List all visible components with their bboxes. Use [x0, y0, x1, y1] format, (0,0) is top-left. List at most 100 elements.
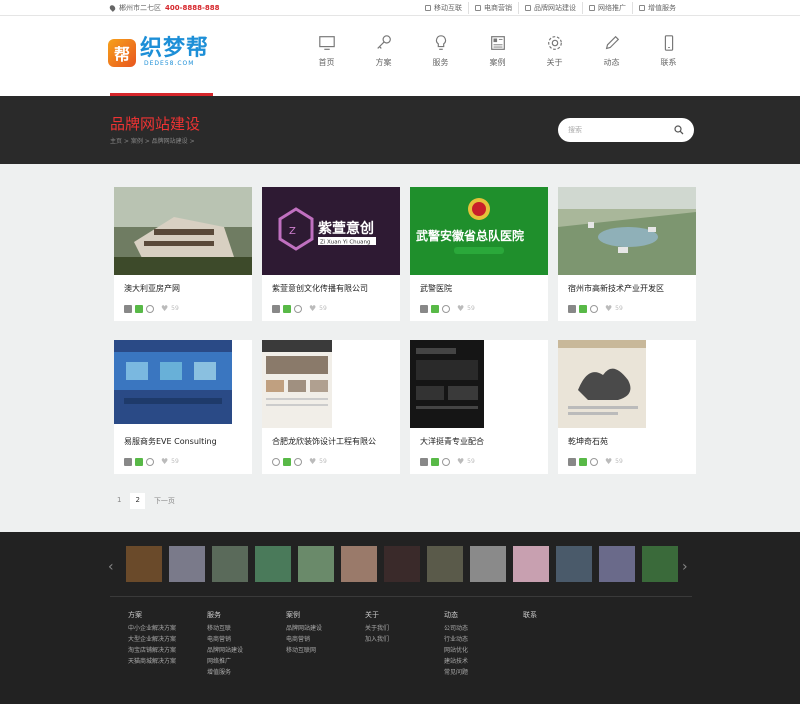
nav-item-cases[interactable]: 案例 [469, 34, 526, 68]
photo-thumb[interactable] [556, 546, 592, 582]
footer-heading[interactable]: 关于 [365, 610, 444, 621]
photo-thumb[interactable] [126, 546, 162, 582]
case-thumbnail[interactable]: Z 紫萱意创 Zi Xuan Yi Chuang [262, 187, 400, 275]
heart-icon[interactable]: ♥ [605, 304, 612, 313]
footer-link[interactable]: 淘宝店铺解决方案 [128, 645, 207, 656]
page-link-1[interactable]: 1 [112, 493, 126, 509]
top-link-value-added[interactable]: 增值服务 [632, 2, 682, 14]
case-card[interactable]: 大洋挺青专业配合 ♥ 59 [410, 340, 548, 474]
weibo-icon[interactable] [442, 457, 450, 466]
qq-icon[interactable] [272, 457, 280, 466]
nav-item-services[interactable]: 服务 [412, 34, 469, 68]
share-icon[interactable] [568, 304, 576, 313]
wechat-icon[interactable] [431, 304, 439, 313]
photo-thumb[interactable] [470, 546, 506, 582]
photo-thumb[interactable] [212, 546, 248, 582]
footer-heading[interactable]: 动态 [444, 610, 523, 621]
breadcrumb[interactable]: 主页 > 案例 > 品牌网站建设 > [110, 136, 195, 145]
top-link-promotion[interactable]: 网络推广 [582, 2, 632, 14]
footer-heading[interactable]: 案例 [286, 610, 365, 621]
nav-item-home[interactable]: 首页 [298, 34, 355, 68]
footer-link[interactable]: 常见问题 [444, 667, 523, 678]
footer-link[interactable]: 公司动态 [444, 623, 523, 634]
case-thumbnail[interactable] [558, 340, 696, 428]
weibo-icon[interactable] [294, 304, 302, 313]
share-icon[interactable] [420, 457, 428, 466]
case-thumbnail[interactable] [410, 340, 548, 428]
case-thumbnail[interactable]: 武警安徽省总队医院 [410, 187, 548, 275]
heart-icon[interactable]: ♥ [161, 304, 168, 313]
next-page-link[interactable]: 下一页 [149, 493, 180, 509]
weibo-icon[interactable] [146, 304, 154, 313]
photo-thumb[interactable] [255, 546, 291, 582]
top-link-ecommerce[interactable]: 电商营销 [468, 2, 518, 14]
weibo-icon[interactable] [590, 304, 598, 313]
footer-link[interactable]: 大型企业解决方案 [128, 634, 207, 645]
footer-link[interactable]: 行业动态 [444, 634, 523, 645]
footer-link[interactable]: 移动互联 [207, 623, 286, 634]
footer-link[interactable]: 网络推广 [207, 656, 286, 667]
case-card[interactable]: Z 紫萱意创 Zi Xuan Yi Chuang 紫萱意创文化传播有限公司 ♥ 59 [262, 187, 400, 321]
wechat-icon[interactable] [579, 457, 587, 466]
footer-link[interactable]: 电商营销 [286, 634, 365, 645]
top-link-brand[interactable]: 品牌网站建设 [518, 2, 582, 14]
footer-link[interactable]: 中小企业解决方案 [128, 623, 207, 634]
footer-link[interactable]: 天猫商城解决方案 [128, 656, 207, 667]
photo-thumb[interactable] [427, 546, 463, 582]
case-card[interactable]: 武警安徽省总队医院 武警医院 ♥ 59 [410, 187, 548, 321]
footer-link[interactable]: 建站技术 [444, 656, 523, 667]
nav-item-contact[interactable]: 联系 [640, 34, 697, 68]
share-icon[interactable] [568, 457, 576, 466]
photo-thumb[interactable] [298, 546, 334, 582]
footer-heading[interactable]: 联系 [523, 610, 602, 621]
footer-link[interactable]: 关于我们 [365, 623, 444, 634]
case-thumbnail[interactable] [558, 187, 696, 275]
photo-thumb[interactable] [513, 546, 549, 582]
search-box[interactable]: 搜索 [558, 118, 694, 142]
footer-link[interactable]: 电商营销 [207, 634, 286, 645]
wechat-icon[interactable] [135, 457, 143, 466]
heart-icon[interactable]: ♥ [457, 457, 464, 466]
heart-icon[interactable]: ♥ [309, 457, 316, 466]
site-logo[interactable]: 帮 织梦帮 DEDE58.COM [108, 38, 209, 67]
share-icon[interactable] [420, 304, 428, 313]
photo-thumb[interactable] [642, 546, 678, 582]
search-icon[interactable] [674, 125, 684, 135]
footer-link[interactable]: 加入我们 [365, 634, 444, 645]
case-thumbnail[interactable] [262, 340, 400, 428]
photo-thumb[interactable] [169, 546, 205, 582]
page-link-current[interactable]: 2 [130, 493, 145, 509]
nav-item-about[interactable]: 关于 [526, 34, 583, 68]
case-thumbnail[interactable] [114, 187, 252, 275]
heart-icon[interactable]: ♥ [161, 457, 168, 466]
weibo-icon[interactable] [146, 457, 154, 466]
photo-thumb[interactable] [599, 546, 635, 582]
share-icon[interactable] [124, 457, 132, 466]
case-title[interactable]: 澳大利亚房产网 [114, 275, 252, 297]
case-title[interactable]: 武警医院 [410, 275, 548, 297]
search-input[interactable]: 搜索 [568, 125, 582, 135]
nav-item-solutions[interactable]: 方案 [355, 34, 412, 68]
share-icon[interactable] [124, 304, 132, 313]
case-card[interactable]: 易服商务EVE Consulting ♥ 59 [114, 340, 252, 474]
chevron-left-icon[interactable]: ‹ [108, 559, 114, 575]
case-title[interactable]: 大洋挺青专业配合 [410, 428, 548, 450]
case-title[interactable]: 乾坤奇石苑 [558, 428, 696, 450]
footer-link[interactable]: 移动互联网 [286, 645, 365, 656]
heart-icon[interactable]: ♥ [605, 457, 612, 466]
photo-thumb[interactable] [341, 546, 377, 582]
case-title[interactable]: 合肥龙欣装饰设计工程有限公 [262, 428, 400, 450]
footer-link[interactable]: 增值服务 [207, 667, 286, 678]
weibo-icon[interactable] [590, 457, 598, 466]
case-title[interactable]: 紫萱意创文化传播有限公司 [262, 275, 400, 297]
weibo-icon[interactable] [442, 304, 450, 313]
wechat-icon[interactable] [283, 457, 291, 466]
wechat-icon[interactable] [135, 304, 143, 313]
photo-thumb[interactable] [384, 546, 420, 582]
chevron-right-icon[interactable]: › [682, 559, 688, 575]
case-card[interactable]: 乾坤奇石苑 ♥ 59 [558, 340, 696, 474]
footer-heading[interactable]: 服务 [207, 610, 286, 621]
footer-link[interactable]: 品牌网站建设 [286, 623, 365, 634]
heart-icon[interactable]: ♥ [309, 304, 316, 313]
footer-heading[interactable]: 方案 [128, 610, 207, 621]
